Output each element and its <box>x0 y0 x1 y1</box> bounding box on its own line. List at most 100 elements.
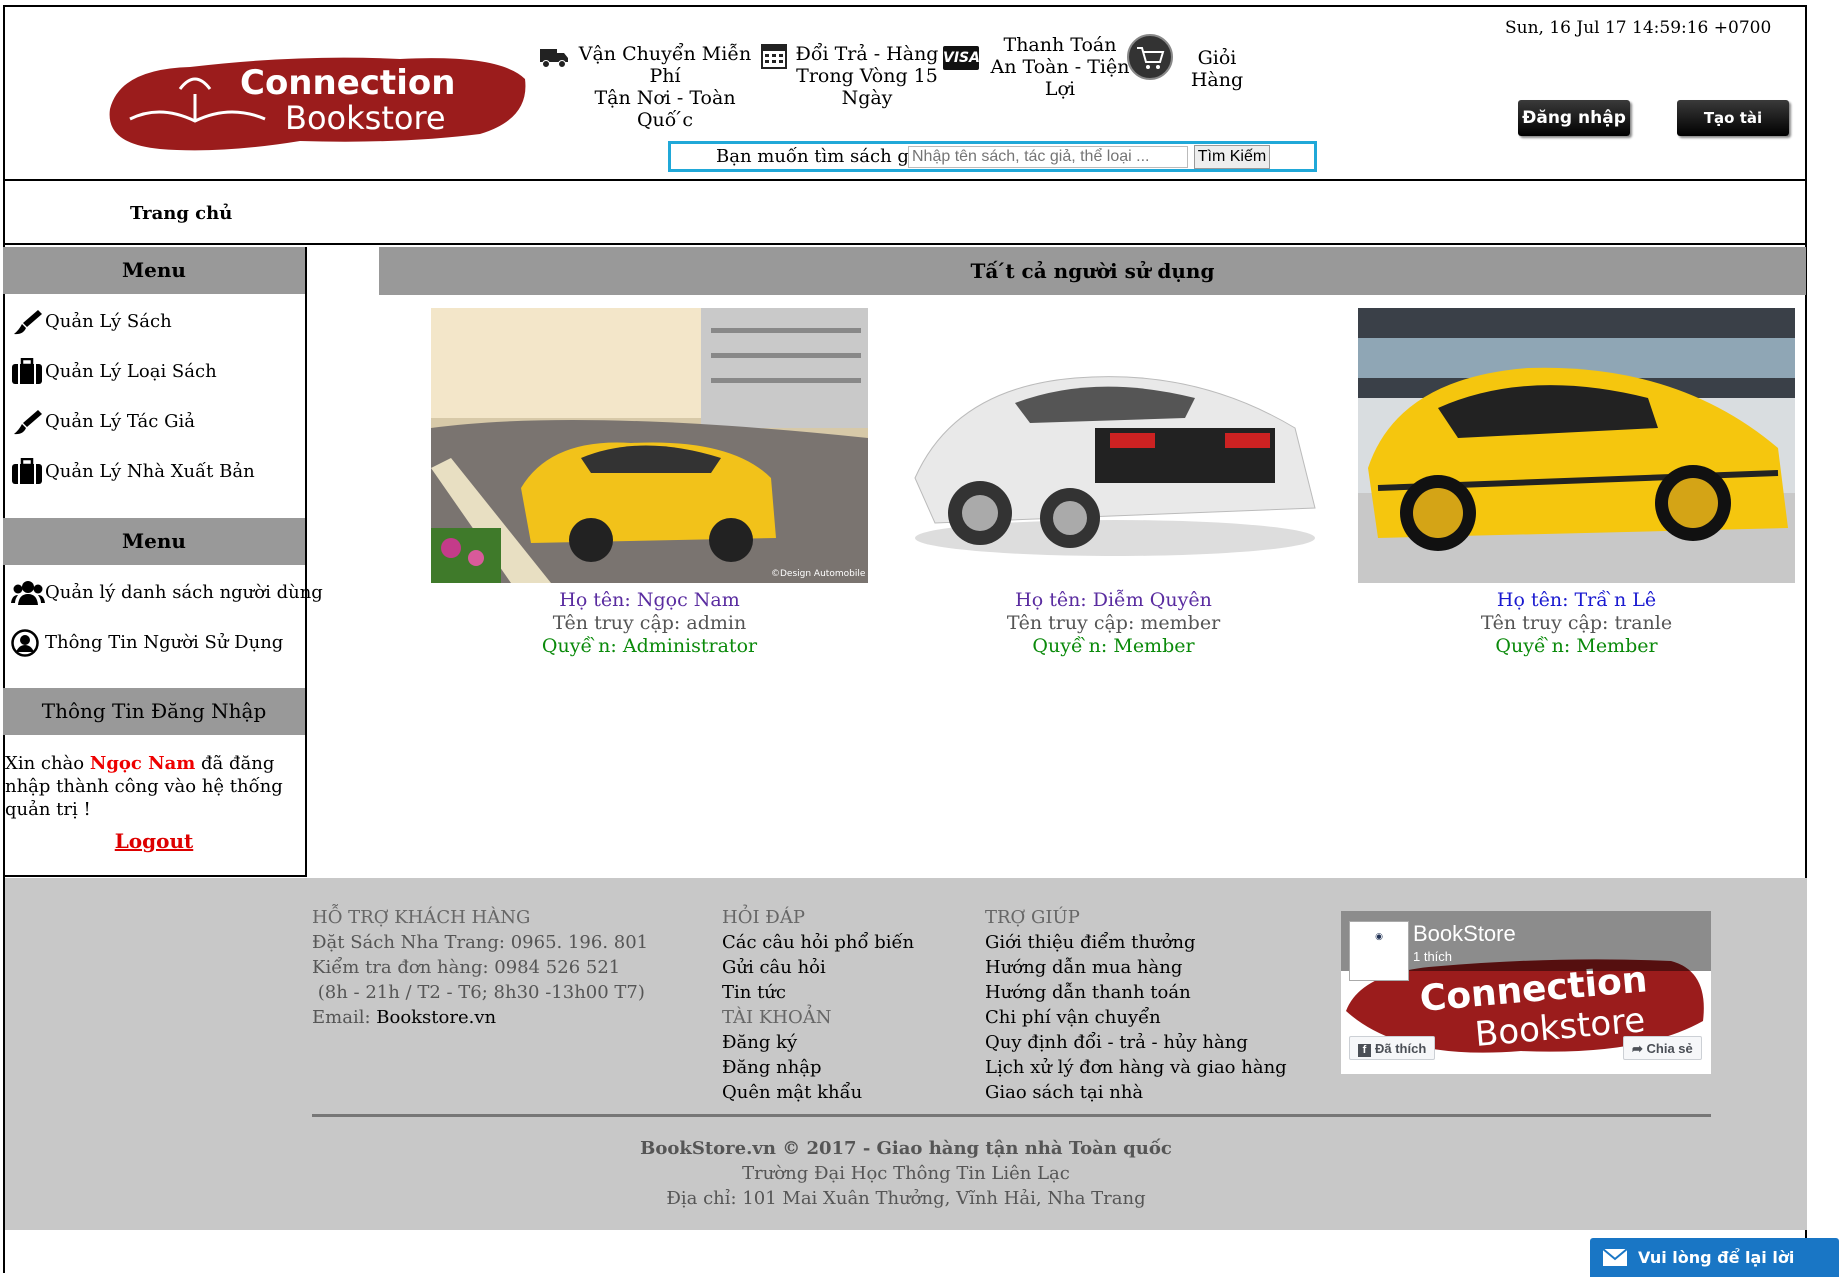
footer: HỖ TRỢ KHÁCH HÀNG Đặt Sách Nha Trang: 09… <box>5 878 1807 1230</box>
sidebar-item-user-list[interactable]: Quản lý danh sách người dùng <box>11 577 323 609</box>
fb-share-label: Chia sẻ <box>1646 1041 1693 1056</box>
calendar-icon <box>761 44 787 69</box>
fb-liked-label: Đã thích <box>1375 1041 1427 1056</box>
footer-faq-title: HỎI ĐÁP <box>722 907 805 928</box>
page-title: Tấ ́t cả người sử dụng <box>379 247 1806 295</box>
sidebar-item-user-info[interactable]: Thông Tin Người Sử Dụng <box>11 627 283 659</box>
user-card[interactable]: ©Design Automobile Họ tên: Ngọc Nam Tên … <box>431 308 868 658</box>
facebook-icon: f <box>1358 1044 1371 1057</box>
register-button[interactable]: Tạo tài khoản <box>1677 100 1789 163</box>
cart-icon[interactable] <box>1127 34 1173 80</box>
fb-page-name[interactable]: BookStore <box>1413 921 1516 947</box>
footer-address: Địa chỉ: 101 Mai Xuân Thưởng, Vĩnh Hải, … <box>666 1188 1146 1209</box>
user-circle-icon <box>11 629 39 657</box>
footer-divider <box>312 1114 1711 1117</box>
return-line-1: Đổi Trả - Hàng <box>795 43 939 65</box>
facebook-widget[interactable]: Connection Bookstore ◉ BookStore 1 thích… <box>1341 911 1711 1074</box>
payment-line-2: An Toàn - Tiện <box>990 56 1130 78</box>
suitcase-icon <box>12 458 42 484</box>
footer-faq: HỎI ĐÁP Các câu hỏi phổ biến Gửi câu hỏi… <box>722 905 914 1105</box>
image-credit: ©Design Automobile <box>771 569 866 579</box>
footer-email-label: Email: <box>312 1007 377 1028</box>
search-button[interactable]: Tìm Kiếm <box>1194 145 1270 169</box>
truck-icon <box>540 49 568 68</box>
chat-widget-button[interactable]: Vui lòng để lại lời nhắn <box>1590 1238 1839 1277</box>
footer-link[interactable]: Quên mật khẩu <box>722 1080 914 1105</box>
footer-email-link[interactable]: Bookstore.vn <box>376 1007 496 1028</box>
footer-link[interactable]: Hướng dẫn mua hàng <box>985 955 1287 980</box>
share-icon: ➦ <box>1632 1041 1647 1056</box>
footer-link[interactable]: Tin tức <box>722 980 914 1005</box>
site-logo[interactable]: Connection Bookstore <box>100 49 530 159</box>
user-fullname: Họ tên: Diễm Quyên <box>1015 589 1212 611</box>
footer-email: Email: Bookstore.vn <box>312 1005 648 1030</box>
footer-link[interactable]: Quy định đổi - trả - hủy hàng <box>985 1030 1287 1055</box>
sidebar-menu1-title: Menu <box>3 247 305 294</box>
footer-link[interactable]: Đăng ký <box>722 1030 914 1055</box>
logout-link[interactable]: Logout <box>3 829 305 853</box>
user-avatar-image: ©Design Automobile <box>431 308 868 583</box>
login-info-title: Thông Tin Đăng Nhập <box>3 688 305 735</box>
nav-home[interactable]: Trang chủ <box>130 203 232 224</box>
search-bar: Bạn muốn tìm sách gì? Tìm Kiếm <box>668 141 1317 172</box>
user-role: Quyề ̀n: Administrator <box>541 635 758 657</box>
footer-link[interactable]: Giới thiệu điểm thưởng <box>985 930 1287 955</box>
payment-line-3: Lợi <box>1044 78 1076 100</box>
user-fullname: Họ tên: Ngọc Nam <box>559 589 740 611</box>
sidebar-item-authors[interactable]: Quản Lý Tác Giả <box>11 406 195 438</box>
sidebar-menu2-title: Menu <box>3 518 305 565</box>
footer-support-line: (8h - 21h / T2 - T6; 8h30 -13h00 T7) <box>312 982 645 1003</box>
payment-line-1: Thanh Toán <box>1003 34 1117 56</box>
footer-support-line: Kiểm tra đơn hàng: 0984 526 521 <box>312 957 621 978</box>
footer-link[interactable]: Lịch xử lý đơn hàng và giao hàng <box>985 1055 1287 1080</box>
footer-school: Trường Đại Học Thông Tin Liên Lạc <box>742 1163 1070 1184</box>
fb-share-button[interactable]: ➦ Chia sẻ <box>1623 1036 1702 1060</box>
sidebar-item-label: Quản lý danh sách người dùng <box>45 582 323 603</box>
user-username: Tên truy cập: tranle <box>1480 612 1673 634</box>
user-username: Tên truy cập: admin <box>552 612 747 634</box>
sidebar-item-label: Quản Lý Nhà Xuất Bản <box>45 461 255 482</box>
shipping-line-1: Vận Chuyển Miễn Phí <box>578 43 752 87</box>
footer-account-title: TÀI KHOẢN <box>722 1007 832 1028</box>
shipping-line-2: Tận Nơi - Toàn Quố ́c <box>594 87 736 131</box>
user-card[interactable]: Họ tên: Trầ ̀n Lê Tên truy cập: tranle Q… <box>1358 308 1795 658</box>
user-username: Tên truy cập: member <box>1006 612 1221 634</box>
fb-page-avatar: ◉ <box>1349 921 1409 981</box>
sidebar-item-books[interactable]: Quản Lý Sách <box>11 306 172 338</box>
mail-icon <box>1602 1248 1628 1266</box>
footer-link[interactable]: Giao sách tại nhà <box>985 1080 1287 1105</box>
user-card[interactable]: Họ tên: Diễm Quyên Tên truy cập: member … <box>895 308 1332 658</box>
fb-likes-count: 1 thích <box>1413 949 1453 964</box>
return-info: Đổi Trả - Hàng Trong Vòng 15 Ngày <box>787 43 947 109</box>
welcome-message: Xin chào Ngọc Nam đã đăng nhập thành côn… <box>5 752 305 821</box>
sidebar-item-publishers[interactable]: Quản Lý Nhà Xuất Bản <box>11 456 255 488</box>
return-line-2: Trong Vòng 15 Ngày <box>796 65 938 109</box>
footer-link[interactable]: Chi phí vận chuyển <box>985 1005 1287 1030</box>
user-avatar-image <box>895 308 1332 583</box>
footer-help-title: TRỢ GIÚP <box>985 907 1080 928</box>
footer-link[interactable]: Các câu hỏi phổ biến <box>722 930 914 955</box>
brush-icon <box>14 410 42 435</box>
footer-copyright: BookStore.vn © 2017 - Giao hàng tận nhà … <box>640 1138 1172 1159</box>
sidebar-item-label: Quản Lý Loại Sách <box>45 361 217 382</box>
logo-text-1: Connection <box>240 63 455 103</box>
sidebar-item-categories[interactable]: Quản Lý Loại Sách <box>11 356 217 388</box>
footer-help: TRỢ GIÚP Giới thiệu điểm thưởng Hướng dẫ… <box>985 905 1287 1105</box>
footer-link[interactable]: Gửi câu hỏi <box>722 955 914 980</box>
footer-link[interactable]: Đăng nhập <box>722 1055 914 1080</box>
logo-text-2: Bookstore <box>285 99 446 137</box>
visa-icon: VISA <box>943 46 980 70</box>
footer-support: HỖ TRỢ KHÁCH HÀNG Đặt Sách Nha Trang: 09… <box>312 905 648 1030</box>
user-role: Quyề ̀n: Member <box>1032 635 1195 657</box>
footer-link[interactable]: Hướng dẫn thanh toán <box>985 980 1287 1005</box>
search-input[interactable] <box>908 146 1188 168</box>
brush-icon <box>14 310 42 335</box>
footer-support-line: Đặt Sách Nha Trang: 0965. 196. 801 <box>312 932 649 953</box>
login-button[interactable]: Đăng nhập <box>1518 100 1630 136</box>
fb-liked-button[interactable]: f Đã thích <box>1349 1036 1436 1060</box>
search-label: Bạn muốn tìm sách gì? <box>716 146 925 167</box>
shipping-info: Vận Chuyển Miễn Phí Tận Nơi - Toàn Quố ́… <box>575 43 755 131</box>
sidebar-item-label: Thông Tin Người Sử Dụng <box>45 632 284 653</box>
chat-widget-label: Vui lòng để lại lời nhắn <box>1638 1248 1795 1267</box>
cart-link[interactable]: Giỏi Hàng <box>1177 47 1257 91</box>
